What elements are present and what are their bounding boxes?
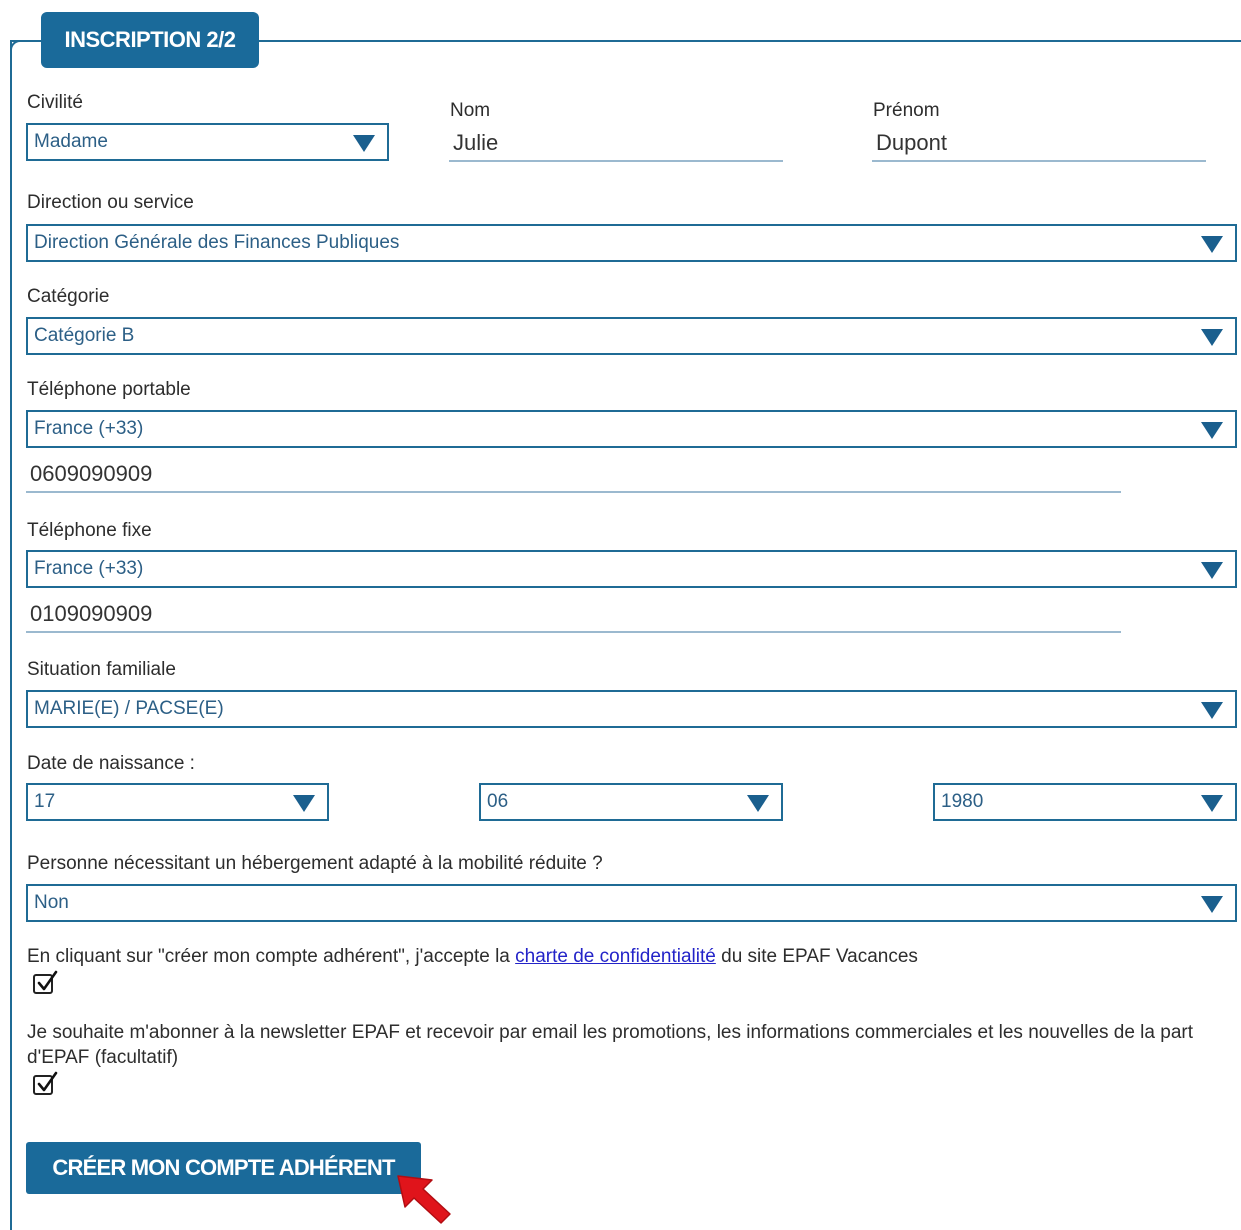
- situation-label: Situation familiale: [27, 659, 176, 680]
- privacy-charter-link[interactable]: charte de confidentialité: [515, 946, 716, 967]
- tel-fixe-country-select[interactable]: France (+33): [26, 550, 1237, 588]
- consent-checkbox[interactable]: [33, 970, 58, 994]
- dropdown-arrow-icon: [1201, 328, 1223, 346]
- naissance-month-value: 06: [487, 791, 509, 812]
- tel-portable-label: Téléphone portable: [27, 379, 191, 400]
- form-step-title: INSCRIPTION 2/2: [41, 12, 259, 68]
- dropdown-arrow-icon: [1201, 794, 1223, 812]
- tel-fixe-country-value: France (+33): [34, 558, 144, 579]
- tel-portable-value: 0609090909: [30, 461, 153, 486]
- dropdown-arrow-icon: [293, 794, 315, 812]
- create-account-button[interactable]: CRÉER MON COMPTE ADHÉRENT: [26, 1142, 421, 1194]
- mobilite-label: Personne nécessitant un hébergement adap…: [27, 853, 603, 874]
- tel-fixe-label: Téléphone fixe: [27, 520, 152, 541]
- consent-text-after: du site EPAF Vacances: [721, 946, 918, 967]
- prenom-label: Prénom: [873, 100, 940, 121]
- newsletter-checkbox[interactable]: [33, 1071, 58, 1095]
- mobilite-select[interactable]: Non: [26, 884, 1237, 922]
- dropdown-arrow-icon: [1201, 895, 1223, 913]
- naissance-day-value: 17: [34, 791, 56, 812]
- civilite-select[interactable]: Madame: [26, 123, 389, 161]
- tel-portable-country-select[interactable]: France (+33): [26, 410, 1237, 448]
- naissance-year-value: 1980: [941, 791, 984, 812]
- tel-fixe-input[interactable]: 0109090909: [26, 597, 1121, 633]
- form-border-corner: [10, 40, 26, 56]
- prenom-input[interactable]: Dupont: [872, 126, 1206, 162]
- direction-value: Direction Générale des Finances Publique…: [34, 232, 400, 253]
- dropdown-arrow-icon: [353, 134, 375, 152]
- direction-select[interactable]: Direction Générale des Finances Publique…: [26, 224, 1237, 262]
- dropdown-arrow-icon: [1201, 701, 1223, 719]
- newsletter-text: Je souhaite m'abonner à la newsletter EP…: [27, 1022, 1193, 1068]
- checkmark-icon: [37, 1071, 58, 1092]
- dropdown-arrow-icon: [1201, 561, 1223, 579]
- form-border-left: [10, 40, 12, 1230]
- consent-text: En cliquant sur "créer mon compte adhére…: [27, 944, 1227, 969]
- naissance-day-select[interactable]: 17: [26, 783, 329, 821]
- nom-value: Julie: [453, 130, 499, 155]
- situation-value: MARIE(E) / PACSE(E): [34, 698, 224, 719]
- naissance-month-select[interactable]: 06: [479, 783, 783, 821]
- dropdown-arrow-icon: [747, 794, 769, 812]
- dropdown-arrow-icon: [1201, 235, 1223, 253]
- civilite-value: Madame: [34, 131, 108, 152]
- categorie-label: Catégorie: [27, 286, 110, 307]
- categorie-select[interactable]: Catégorie B: [26, 317, 1237, 355]
- civilite-label: Civilité: [27, 92, 83, 113]
- pointer-arrow-icon: [397, 1175, 451, 1224]
- nom-label: Nom: [450, 100, 491, 121]
- tel-portable-country-value: France (+33): [34, 418, 144, 439]
- situation-select[interactable]: MARIE(E) / PACSE(E): [26, 690, 1237, 728]
- tel-portable-input[interactable]: 0609090909: [26, 457, 1121, 493]
- categorie-value: Catégorie B: [34, 325, 135, 346]
- consent-text-before: En cliquant sur "créer mon compte adhére…: [27, 946, 510, 967]
- prenom-value: Dupont: [876, 130, 947, 155]
- nom-input[interactable]: Julie: [449, 126, 783, 162]
- dropdown-arrow-icon: [1201, 421, 1223, 439]
- naissance-year-select[interactable]: 1980: [933, 783, 1237, 821]
- naissance-label: Date de naissance :: [27, 753, 195, 774]
- checkmark-icon: [37, 970, 58, 991]
- tel-fixe-value: 0109090909: [30, 601, 153, 626]
- direction-label: Direction ou service: [27, 192, 194, 213]
- mobilite-value: Non: [34, 892, 69, 913]
